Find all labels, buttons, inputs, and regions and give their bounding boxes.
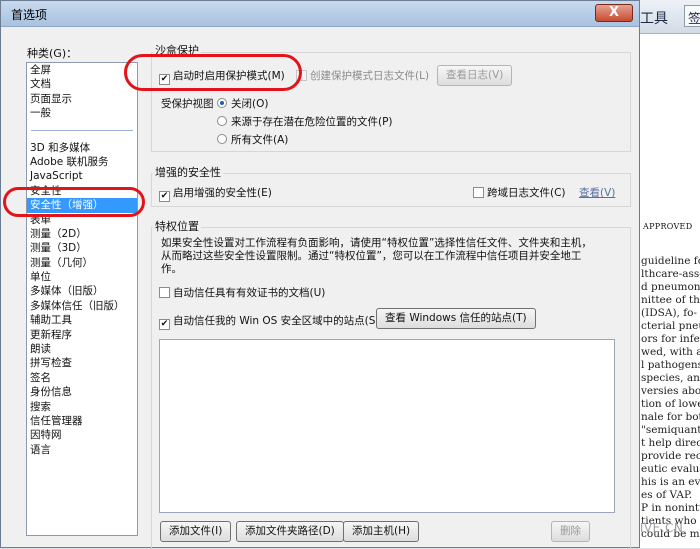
trust-certified-option[interactable]: 自动信任具有有效证书的文档(U)	[159, 285, 325, 300]
category-item[interactable]: 搜索	[27, 400, 137, 414]
category-item[interactable]: 3D 和多媒体	[27, 141, 137, 155]
annotation-circle-protected-mode	[124, 54, 302, 91]
cross-domain-checkbox[interactable]	[473, 187, 484, 198]
view-log-button[interactable]: 查看日志(V)	[437, 65, 513, 86]
category-item[interactable]: 一般	[27, 106, 137, 120]
add-folder-button[interactable]: 添加文件夹路径(D)	[236, 521, 344, 542]
add-host-button[interactable]: 添加主机(H)	[343, 521, 420, 542]
enhanced-security-checkbox[interactable]: ✔	[159, 191, 170, 202]
dialog-titlebar[interactable]: 首选项 X	[1, 1, 639, 27]
category-item[interactable]: 多媒体信任（旧版）	[27, 299, 137, 313]
document-line: (IDSA), fo-	[641, 307, 697, 319]
category-label: 种类(G)：	[27, 47, 78, 60]
radio-potentially-unsafe[interactable]: 来源于存在潜在危险位置的文件(P)	[217, 114, 393, 129]
category-item[interactable]: 页面显示	[27, 92, 137, 106]
privileged-locations-list[interactable]	[159, 339, 615, 513]
document-line: l pathogens	[641, 359, 700, 371]
document-line: versies about	[641, 385, 700, 397]
view-link[interactable]: 查看(V)	[579, 185, 615, 200]
enhanced-security-option[interactable]: ✔ 启用增强的安全性(E)	[159, 185, 272, 202]
document-line: species, and	[641, 372, 700, 384]
cross-domain-option[interactable]: 跨域日志文件(C)	[473, 185, 566, 200]
sign-button[interactable]: 签	[684, 5, 700, 27]
privileged-title: 特权位置	[153, 218, 201, 234]
preferences-dialog: 首选项 X 种类(G)： 全屏 文档 页面显示 一般 3D 和多媒体 Adobe 联机服务…	[0, 0, 640, 549]
radio-all-button[interactable]	[217, 134, 227, 144]
document-line: provide rec-	[641, 450, 700, 462]
document-line: nale for both	[641, 411, 700, 423]
category-item[interactable]: 拼写检查	[27, 356, 137, 370]
document-line: guideline for	[641, 255, 700, 267]
radio-all-files[interactable]: 所有文件(A)	[217, 132, 288, 147]
enhanced-title: 增强的安全性	[153, 164, 223, 180]
document-approved-label: APPROVED	[643, 222, 693, 231]
privileged-description: 如果安全性设置对工作流程有负面影响，请使用“特权位置”选择性信任文件、文件夹和主…	[161, 237, 592, 275]
document-line: nittee of the	[641, 294, 700, 306]
category-item[interactable]: 多媒体（旧版）	[27, 284, 137, 298]
category-item[interactable]: 单位	[27, 270, 137, 284]
document-line: tion of lower	[641, 398, 700, 410]
category-separator	[31, 129, 133, 131]
category-item[interactable]: 更新程序	[27, 328, 137, 342]
log-file-option[interactable]: 创建保护模式日志文件(L)	[296, 68, 429, 83]
document-line: cterial pneu-	[641, 320, 700, 332]
delete-button[interactable]: 删除	[551, 521, 590, 542]
trust-win-os-option[interactable]: ✔ 自动信任我的 Win OS 安全区域中的站点(S)	[159, 313, 380, 330]
category-item[interactable]: 因特网	[27, 428, 137, 442]
add-file-button[interactable]: 添加文件(I)	[160, 521, 232, 542]
category-item[interactable]: 全屏	[27, 63, 137, 77]
document-line: t help direct	[641, 437, 700, 449]
radio-off[interactable]: 关闭(O)	[217, 96, 268, 111]
category-item[interactable]: 签名	[27, 371, 137, 385]
category-item[interactable]: 测量（2D）	[27, 227, 137, 241]
close-button[interactable]: X	[595, 4, 633, 22]
trust-win-os-checkbox[interactable]: ✔	[159, 319, 170, 330]
radio-off-button[interactable]	[217, 98, 227, 108]
document-line: eutic evalua-	[641, 463, 700, 475]
category-item[interactable]: 身份信息	[27, 385, 137, 399]
tools-menu[interactable]: 工具	[640, 8, 668, 28]
protected-view-label: 受保护视图	[161, 98, 214, 110]
document-line: "semiquanti-	[641, 424, 700, 436]
category-item[interactable]: 语言	[27, 443, 137, 457]
document-line: es of VAP.	[641, 489, 693, 501]
trust-certified-checkbox[interactable]	[159, 287, 170, 298]
category-item[interactable]: Adobe 联机服务	[27, 155, 137, 169]
category-list[interactable]: 全屏 文档 页面显示 一般 3D 和多媒体 Adobe 联机服务 JavaScript 安全性…	[26, 62, 138, 536]
document-text: guideline forlthcare-asso-d pneumonianit…	[641, 255, 700, 541]
annotation-circle-enhanced-security	[3, 187, 145, 217]
category-item[interactable]: 测量（3D）	[27, 241, 137, 255]
document-line: ors for infec-	[641, 333, 700, 345]
category-item[interactable]: 文档	[27, 77, 137, 91]
category-item[interactable]: 测量（几何）	[27, 256, 137, 270]
category-item[interactable]: 辅助工具	[27, 313, 137, 327]
document-line: lthcare-asso-	[641, 268, 700, 280]
category-item[interactable]: JavaScript	[27, 169, 137, 183]
radio-unsafe-button[interactable]	[217, 116, 227, 126]
view-windows-trusted-sites-button[interactable]: 查看 Windows 信任的站点(T)	[376, 308, 536, 329]
document-line: his is an evi-	[641, 476, 700, 488]
category-item[interactable]: 朗读	[27, 342, 137, 356]
document-line: P in nonintu-	[641, 502, 700, 514]
dialog-title: 首选项	[11, 8, 48, 22]
document-line: wed, with an	[641, 346, 700, 358]
document-line: d pneumonia	[641, 281, 700, 293]
close-icon: X	[608, 5, 620, 20]
category-item[interactable]: 信任管理器	[27, 414, 137, 428]
